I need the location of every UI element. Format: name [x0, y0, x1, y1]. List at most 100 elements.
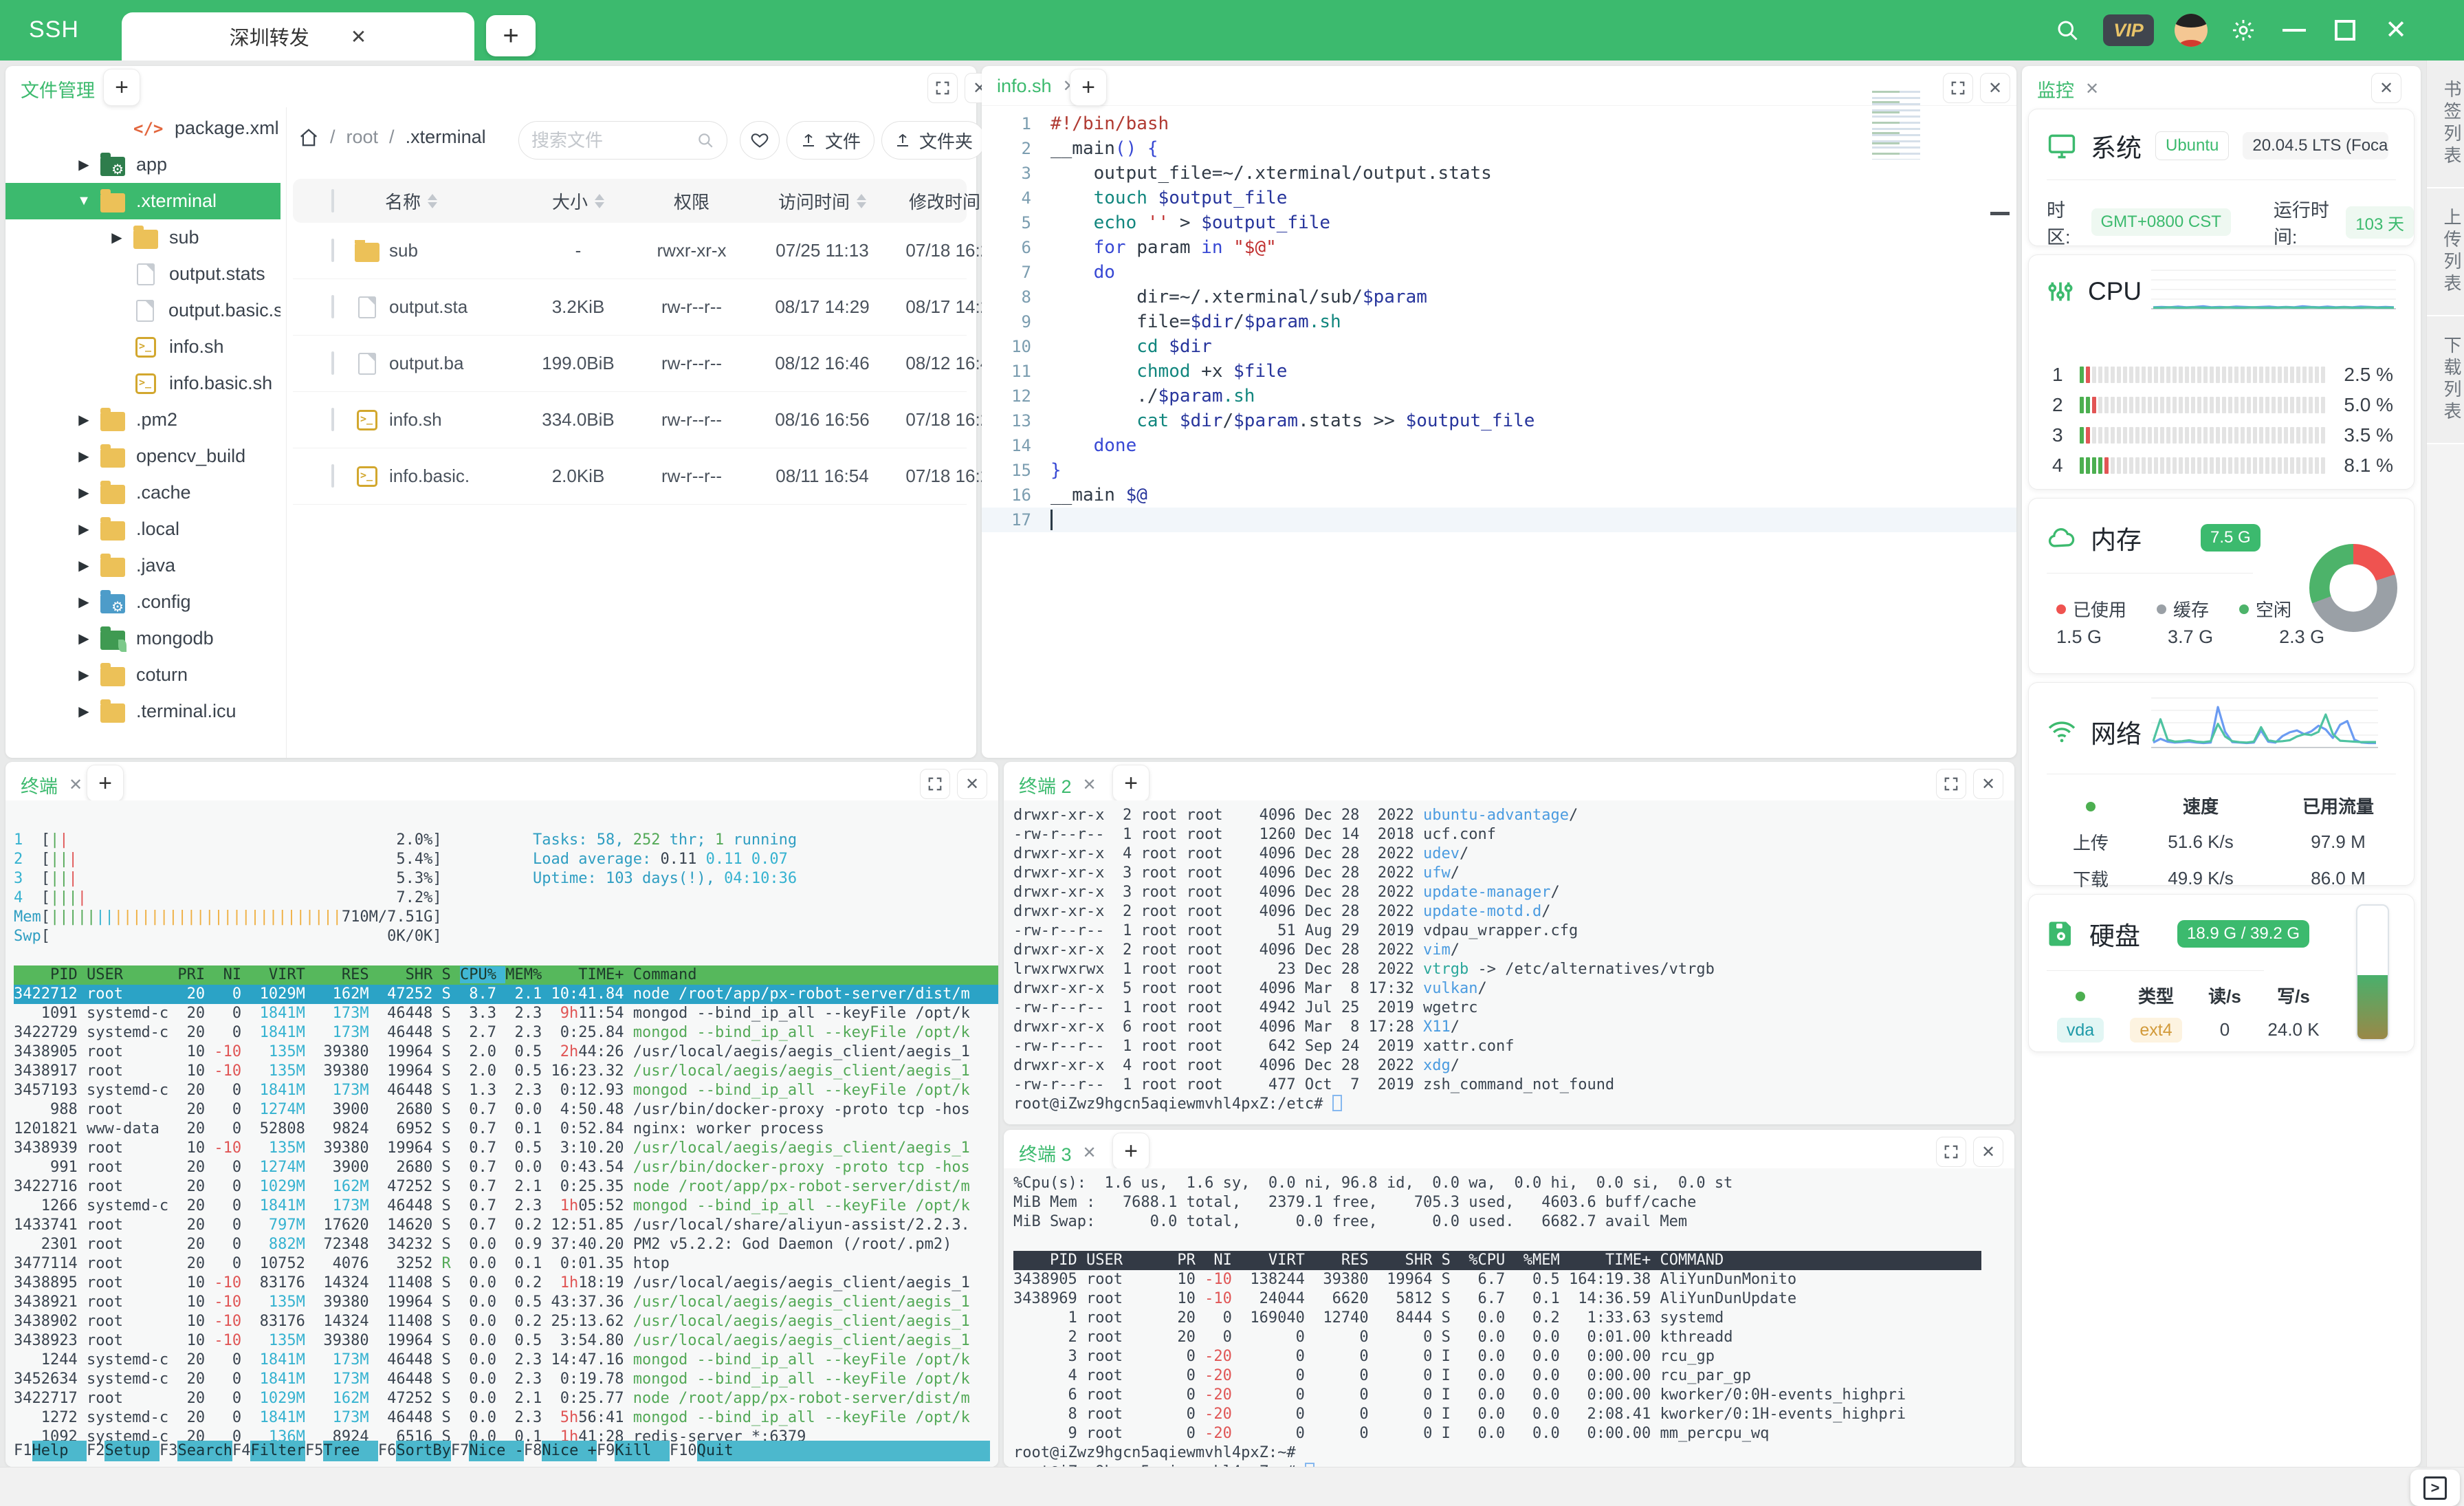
fkey-action[interactable]: Nice + — [542, 1441, 597, 1461]
tree-closed-arrow-icon[interactable]: ▶ — [67, 666, 100, 684]
process-row[interactable]: 3438905 root 10 -10 138244 39380 19964 S… — [1013, 1270, 2014, 1289]
tree-open-arrow-icon[interactable]: ▼ — [67, 193, 100, 209]
process-row[interactable]: 988 root 20 0 1274M 3900 2680 S 0.7 0.0 … — [14, 1100, 998, 1120]
column-header[interactable]: 权限 — [630, 188, 754, 214]
code-line-7[interactable]: 7 do — [982, 260, 2016, 285]
avatar[interactable] — [2175, 14, 2208, 47]
tree-item-.pm2[interactable]: ▶ .pm2 — [6, 402, 280, 438]
process-row[interactable]: 3422717 root 20 0 1029M 162M 47252 S 0.0… — [14, 1389, 998, 1408]
code-line-15[interactable]: 15} — [982, 458, 2016, 483]
editor-tab[interactable]: info.sh ✕ — [997, 76, 1077, 97]
code-line-3[interactable]: 3 output_file=~/.xterminal/output.stats — [982, 161, 2016, 186]
terminal-2-screen[interactable]: drwxr-xr-x 2 root root 4096 Dec 28 2022 … — [1004, 800, 2014, 1124]
file-row-info.sh[interactable]: info.sh334.0BiBrw-r--r--08/16 16:5607/18… — [293, 392, 1000, 448]
process-row[interactable]: 3438969 root 10 -10 24044 6620 5812 S 6.… — [1013, 1289, 2014, 1309]
code-line-8[interactable]: 8 dir=~/.xterminal/sub/$param — [982, 285, 2016, 309]
fkey-action[interactable]: Setup — [104, 1441, 160, 1461]
fkey-action[interactable]: Tree — [323, 1441, 378, 1461]
expand-panel-icon[interactable] — [1936, 769, 1966, 799]
terminal-2-new-tab-button[interactable]: + — [1112, 765, 1150, 802]
gear-icon[interactable] — [2228, 15, 2258, 45]
row-checkbox[interactable] — [331, 408, 334, 431]
code-line-12[interactable]: 12 ./$param.sh — [982, 384, 2016, 408]
code-line-17[interactable]: 17 — [982, 508, 2016, 532]
code-line-14[interactable]: 14 done — [982, 433, 2016, 458]
tree-closed-arrow-icon[interactable]: ▶ — [67, 557, 100, 574]
process-row[interactable]: 3 root 0 -20 0 0 0 I 0.0 0.0 0:00.00 rcu… — [1013, 1347, 2014, 1366]
terminal-3-tab-close-icon[interactable]: ✕ — [1083, 1143, 1097, 1163]
process-row[interactable]: 1 root 20 0 169040 12740 8444 S 0.0 0.2 … — [1013, 1309, 2014, 1328]
tree-item-info.basic.sh[interactable]: info.basic.sh — [6, 365, 280, 402]
tree-item-.cache[interactable]: ▶ .cache — [6, 474, 280, 511]
fkey-F3[interactable]: F3 — [160, 1441, 178, 1461]
terminal-1-tab-close-icon[interactable]: ✕ — [69, 775, 82, 795]
tree-item-opencv_build[interactable]: ▶ opencv_build — [6, 438, 280, 474]
terminal-2-tab-close-icon[interactable]: ✕ — [1083, 775, 1097, 795]
terminal-3-tab[interactable]: 终端 3 ✕ — [1019, 1139, 1097, 1166]
tree-closed-arrow-icon[interactable]: ▶ — [67, 156, 100, 173]
sort-icon[interactable] — [857, 193, 866, 208]
row-checkbox[interactable] — [331, 351, 334, 375]
fkey-F5[interactable]: F5 — [305, 1441, 324, 1461]
terminal-3-screen[interactable]: %Cpu(s): 1.6 us, 1.6 sy, 0.0 ni, 96.8 id… — [1004, 1168, 2014, 1467]
code-line-13[interactable]: 13 cat $dir/$param.stats >> $output_file — [982, 408, 2016, 433]
maximize-button[interactable] — [2330, 15, 2360, 45]
close-panel-icon[interactable]: ✕ — [1973, 1137, 2003, 1167]
code-editor[interactable]: 1 #!/bin/bash 2 __main() {3 output_file=~/.… — [982, 106, 2016, 758]
editor-scroll-marker[interactable] — [1990, 212, 2010, 215]
code-line-4[interactable]: 4 touch $output_file — [982, 186, 2016, 210]
fkey-F10[interactable]: F10 — [670, 1441, 697, 1461]
fkey-action[interactable]: SortBy — [396, 1441, 451, 1461]
close-window-button[interactable]: ✕ — [2381, 15, 2411, 45]
fkey-action[interactable]: Search — [177, 1441, 232, 1461]
tree-closed-arrow-icon[interactable]: ▶ — [67, 411, 100, 428]
new-session-button[interactable]: + — [486, 15, 536, 56]
terminal-1-tab[interactable]: 终端 ✕ — [21, 772, 82, 798]
tree-closed-arrow-icon[interactable]: ▶ — [100, 229, 133, 246]
tree-item-sub[interactable]: ▶ sub — [6, 219, 280, 256]
tree-item-package.xml[interactable]: package.xml — [6, 110, 280, 146]
breadcrumb[interactable]: / root / .xterminal — [298, 127, 486, 148]
fkey-F8[interactable]: F8 — [524, 1441, 542, 1461]
tree-item-.java[interactable]: ▶ .java — [6, 547, 280, 584]
process-table-header[interactable]: PID USER PRI NI VIRT RES SHR S CPU% MEM%… — [14, 965, 998, 985]
home-icon[interactable] — [298, 127, 319, 148]
process-row[interactable]: 1201821 www-data 20 0 52808 9824 6952 S … — [14, 1120, 998, 1139]
tree-item-.terminal.icu[interactable]: ▶ .terminal.icu — [6, 693, 280, 730]
tree-item-app[interactable]: ▶ ⚙ app — [6, 146, 280, 183]
close-panel-icon[interactable]: ✕ — [1980, 73, 2010, 103]
process-row[interactable]: 3438923 root 10 -10 135M 39380 19964 S 0… — [14, 1331, 998, 1351]
process-row[interactable]: 3438939 root 10 -10 135M 39380 19964 S 0… — [14, 1139, 998, 1158]
favorite-button[interactable] — [740, 121, 780, 160]
close-panel-icon[interactable]: ✕ — [957, 769, 987, 799]
row-checkbox[interactable] — [331, 464, 334, 488]
upload-file-button[interactable]: 文件 — [786, 121, 874, 160]
tree-closed-arrow-icon[interactable]: ▶ — [67, 593, 100, 611]
close-panel-icon[interactable]: ✕ — [1973, 769, 2003, 799]
upload-folder-button[interactable]: 文件夹 — [881, 121, 986, 160]
tree-item-.xterminal[interactable]: ▼ .xterminal — [6, 183, 280, 219]
monitor-tab-close-icon[interactable]: ✕ — [2085, 79, 2099, 99]
process-row[interactable]: 3438905 root 10 -10 135M 39380 19964 S 2… — [14, 1043, 998, 1062]
process-row[interactable]: 1244 systemd-c 20 0 1841M 173M 46448 S 0… — [14, 1351, 998, 1370]
row-checkbox[interactable] — [331, 239, 334, 262]
file-row-output.sta[interactable]: output.sta 3.2KiB rw-r--r-- 08/17 14:29 08/1… — [293, 279, 1000, 336]
vip-badge[interactable]: VIP — [2103, 14, 2154, 46]
process-table-header[interactable]: PID USER PR NI VIRT RES SHR S %CPU %MEM … — [1013, 1251, 1981, 1270]
process-row[interactable]: 6 root 0 -20 0 0 0 I 0.0 0.0 0:00.00 kwo… — [1013, 1386, 2014, 1405]
tree-closed-arrow-icon[interactable]: ▶ — [67, 703, 100, 720]
terminal-3-new-tab-button[interactable]: + — [1112, 1133, 1150, 1170]
fkey-action[interactable]: Quit — [696, 1441, 734, 1461]
close-panel-icon[interactable]: ✕ — [2371, 73, 2401, 103]
file-manager-new-tab-button[interactable]: + — [103, 69, 140, 106]
fkey-F6[interactable]: F6 — [378, 1441, 397, 1461]
fkey-F9[interactable]: F9 — [597, 1441, 615, 1461]
process-row[interactable]: 3438902 root 10 -10 83176 14324 11408 S … — [14, 1312, 998, 1331]
process-row[interactable]: 3422716 root 20 0 1029M 162M 47252 S 0.7… — [14, 1177, 998, 1197]
editor-new-tab-button[interactable]: + — [1070, 69, 1107, 106]
code-line-16[interactable]: 16 __main $@ — [982, 483, 2016, 508]
process-row[interactable]: 3452634 systemd-c 20 0 1841M 173M 46448 … — [14, 1370, 998, 1389]
process-row[interactable]: 1433741 root 20 0 797M 17620 14620 S 0.7… — [14, 1216, 998, 1235]
minimize-button[interactable] — [2279, 15, 2309, 45]
process-row[interactable]: 3438917 root 10 -10 135M 39380 19964 S 2… — [14, 1062, 998, 1081]
